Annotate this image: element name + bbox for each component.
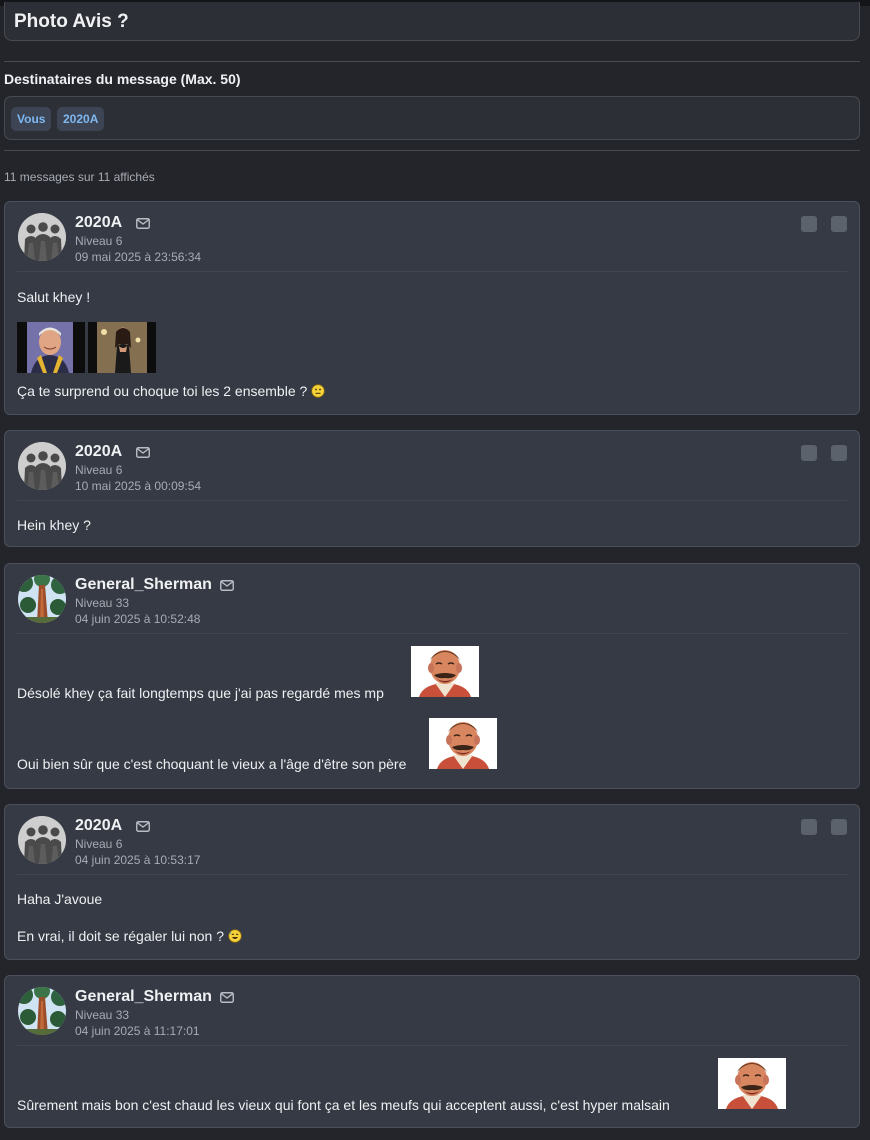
mail-icon[interactable] (136, 447, 150, 458)
mail-icon[interactable] (136, 821, 150, 832)
message-card: 2020A Niveau 6 04 juin 2025 à 10:53:17 H… (4, 804, 860, 960)
author-name[interactable]: 2020A (75, 443, 122, 461)
author-level: Niveau 33 (75, 1008, 130, 1022)
author-level: Niveau 33 (75, 596, 130, 610)
conversation-header: Photo Avis ? (4, 2, 860, 41)
report-icon[interactable] (831, 216, 847, 232)
author-level: Niveau 6 (75, 837, 123, 851)
divider (4, 61, 860, 62)
page-title: Photo Avis ? (14, 11, 129, 32)
separator (17, 874, 847, 875)
separator (17, 500, 847, 501)
quote-icon[interactable] (801, 819, 817, 835)
message-date[interactable]: 04 juin 2025 à 10:52:48 (75, 612, 200, 626)
smiley-icon (311, 384, 325, 398)
message-text: En vrai, il doit se régaler lui non ? (17, 928, 242, 944)
risitas-sticker (718, 1058, 786, 1109)
mail-icon[interactable] (220, 992, 234, 1003)
avatar[interactable] (18, 816, 66, 864)
separator (17, 271, 847, 272)
quote-icon[interactable] (801, 445, 817, 461)
message-text-content: En vrai, il doit se régaler lui non ? (17, 928, 224, 944)
message-text: Désolé khey ça fait longtemps que j'ai p… (17, 685, 384, 701)
author-level: Niveau 6 (75, 463, 123, 477)
message-card: 2020A Niveau 6 09 mai 2025 à 23:56:34 Sa… (4, 201, 860, 415)
message-text: Sûrement mais bon c'est chaud les vieux … (17, 1097, 670, 1113)
author-level: Niveau 6 (75, 234, 123, 248)
report-icon[interactable] (831, 819, 847, 835)
separator (17, 633, 847, 634)
report-icon[interactable] (831, 445, 847, 461)
author-name[interactable]: General_Sherman (75, 988, 212, 1006)
mail-icon[interactable] (136, 218, 150, 229)
message-text: Oui bien sûr que c'est choquant le vieux… (17, 756, 407, 772)
author-name[interactable]: 2020A (75, 817, 122, 835)
image-thumbnail[interactable] (88, 322, 156, 373)
recipients-box: Vous 2020A (4, 96, 860, 140)
message-text-content: Ça te surprend ou choque toi les 2 ensem… (17, 383, 308, 399)
recipient-chip-2020a[interactable]: 2020A (57, 107, 105, 131)
message-date[interactable]: 10 mai 2025 à 00:09:54 (75, 479, 201, 493)
laughing-smiley-icon (228, 929, 242, 943)
message-date[interactable]: 09 mai 2025 à 23:56:34 (75, 250, 201, 264)
risitas-sticker (429, 718, 497, 769)
message-date[interactable]: 04 juin 2025 à 10:53:17 (75, 853, 200, 867)
message-text: Salut khey ! (17, 289, 91, 305)
avatar[interactable] (18, 575, 66, 623)
risitas-sticker (411, 646, 479, 697)
message-card: General_Sherman Niveau 33 04 juin 2025 à… (4, 975, 860, 1128)
avatar[interactable] (18, 987, 66, 1035)
image-thumbnail[interactable] (17, 322, 85, 373)
divider (4, 150, 860, 151)
message-card: General_Sherman Niveau 33 04 juin 2025 à… (4, 563, 860, 789)
avatar[interactable] (18, 213, 66, 261)
message-text: Haha J'avoue (17, 891, 103, 907)
message-count: 11 messages sur 11 affichés (4, 170, 155, 184)
author-name[interactable]: General_Sherman (75, 576, 212, 594)
mail-icon[interactable] (220, 580, 234, 591)
message-text: Hein khey ? (17, 517, 91, 533)
avatar[interactable] (18, 442, 66, 490)
message-card: 2020A Niveau 6 10 mai 2025 à 00:09:54 He… (4, 430, 860, 547)
message-text: Ça te surprend ou choque toi les 2 ensem… (17, 383, 325, 399)
separator (17, 1045, 847, 1046)
message-date[interactable]: 04 juin 2025 à 11:17:01 (75, 1024, 200, 1038)
recipient-chip-vous[interactable]: Vous (11, 107, 52, 131)
recipients-label: Destinataires du message (Max. 50) (4, 71, 241, 87)
author-name[interactable]: 2020A (75, 214, 122, 232)
quote-icon[interactable] (801, 216, 817, 232)
